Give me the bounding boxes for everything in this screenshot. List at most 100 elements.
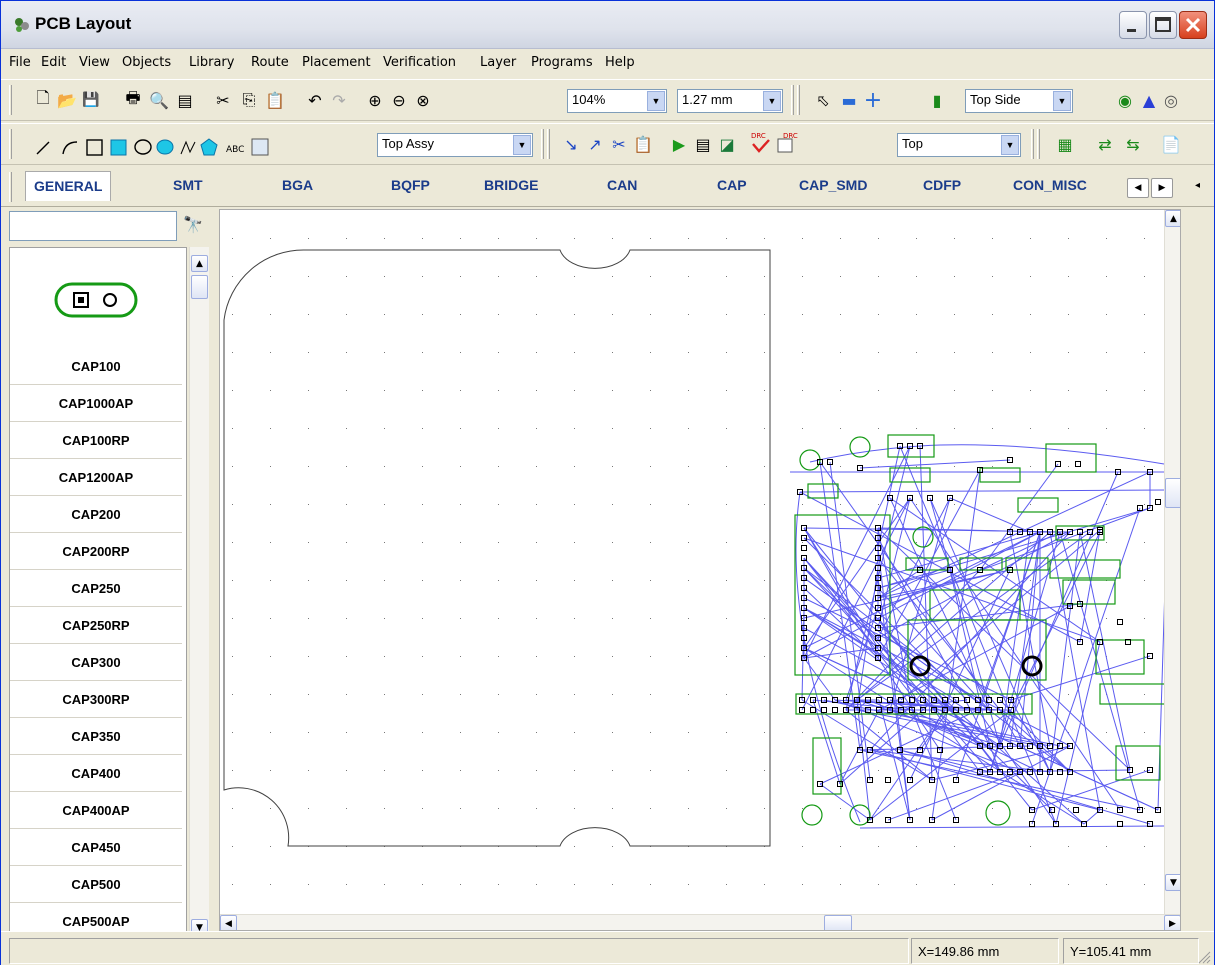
assy-layer-combo[interactable]: Top Assy ▼ — [377, 133, 533, 157]
pcb-canvas[interactable]: ▲ ▼ ◀ ▶ — [219, 209, 1181, 931]
menu-edit[interactable]: Edit — [41, 55, 66, 70]
arc-tool-icon[interactable] — [62, 141, 78, 155]
run-button[interactable]: ▶ — [667, 132, 691, 156]
close-button[interactable] — [1179, 11, 1207, 39]
tab-cap-smd[interactable]: CAP_SMD — [799, 177, 867, 193]
zoom-fit-button[interactable]: ⊗ — [411, 88, 435, 112]
tab-scroll-left-button[interactable]: ◀ — [1127, 178, 1149, 198]
list-item[interactable]: CAP1200AP — [10, 459, 182, 496]
export-button[interactable]: ▤ — [691, 132, 715, 156]
panel-menu-icon[interactable]: ◂ — [1195, 180, 1200, 191]
list-item[interactable]: CAP400 — [10, 755, 182, 792]
polygon-tool-icon[interactable] — [200, 138, 218, 156]
swap-button[interactable]: ⇄ — [1093, 132, 1117, 156]
canvas-vertical-scrollbar[interactable]: ▲ ▼ — [1164, 210, 1180, 914]
zoom-in-button[interactable]: ⊕ — [363, 88, 387, 112]
list-item[interactable]: CAP350 — [10, 718, 182, 755]
pad-button[interactable]: ◉ — [1113, 88, 1137, 112]
maximize-button[interactable] — [1149, 11, 1177, 39]
list-item[interactable]: CAP200RP — [10, 533, 182, 570]
route-settings-button[interactable]: 📋 — [631, 132, 655, 156]
save-button[interactable]: 💾 — [79, 88, 103, 112]
paste-button[interactable]: 📋 — [263, 88, 287, 112]
list-item[interactable]: CAP300RP — [10, 681, 182, 718]
list-item[interactable]: CAP450 — [10, 829, 182, 866]
footprint-button[interactable]: ▦ — [1053, 132, 1077, 156]
menu-file[interactable]: File — [9, 55, 31, 70]
polyline-tool-icon[interactable] — [180, 140, 196, 155]
undo-button[interactable]: ↶ — [303, 88, 327, 112]
list-item[interactable]: CAP200 — [10, 496, 182, 533]
route-button[interactable]: ↘ — [559, 132, 583, 156]
menu-layer[interactable]: Layer — [480, 55, 516, 70]
menu-placement[interactable]: Placement — [302, 55, 371, 70]
scroll-thumb[interactable] — [191, 275, 208, 299]
tab-can[interactable]: CAN — [607, 177, 637, 193]
copy-button[interactable]: ⎘ — [237, 88, 261, 112]
menu-library[interactable]: Library — [189, 55, 234, 70]
canvas-horizontal-scrollbar[interactable]: ◀ ▶ — [220, 914, 1180, 930]
list-item[interactable]: CAP250 — [10, 570, 182, 607]
tab-smt[interactable]: SMT — [173, 177, 203, 193]
pcb-drawing[interactable] — [220, 210, 1181, 931]
report-button[interactable]: 📄 — [1159, 132, 1183, 156]
scroll-right-button[interactable]: ▶ — [1164, 915, 1180, 930]
redo-button[interactable]: ↷ — [327, 88, 351, 112]
component-list-scrollbar[interactable]: ▲ ▼ — [189, 247, 209, 941]
grid-combo[interactable]: 1.27 mm ▼ — [677, 89, 783, 113]
list-item[interactable]: CAP250RP — [10, 607, 182, 644]
tab-bqfp[interactable]: BQFP — [391, 177, 430, 193]
import-button[interactable]: ◪ — [715, 132, 739, 156]
scroll-thumb[interactable] — [824, 915, 852, 930]
menu-verification[interactable]: Verification — [383, 55, 456, 70]
zoom-out-button[interactable]: ⊖ — [387, 88, 411, 112]
cut-button[interactable]: ✂ — [211, 88, 235, 112]
origin-tool-button[interactable]: + — [861, 88, 885, 113]
filled-rectangle-tool-icon[interactable] — [110, 139, 127, 156]
component-search-input[interactable] — [9, 211, 177, 241]
menu-view[interactable]: View — [79, 55, 110, 70]
via-button[interactable]: ◎ — [1159, 88, 1183, 112]
list-item[interactable]: CAP100RP — [10, 422, 182, 459]
scroll-down-button[interactable]: ▼ — [1165, 874, 1180, 891]
line-tool-icon[interactable] — [36, 141, 50, 155]
drc-button[interactable]: DRC — [749, 130, 773, 154]
image-tool-icon[interactable] — [251, 138, 269, 156]
open-file-button[interactable]: 📂 — [55, 88, 79, 112]
menu-programs[interactable]: Programs — [531, 55, 593, 70]
list-item[interactable]: CAP1000AP — [10, 385, 182, 422]
swap-gates-button[interactable]: ⇆ — [1121, 132, 1145, 156]
zoom-combo[interactable]: 104% ▼ — [567, 89, 667, 113]
new-file-button[interactable]: 🗋 — [31, 88, 55, 112]
tab-cdfp[interactable]: CDFP — [923, 177, 961, 193]
scroll-thumb[interactable] — [1165, 478, 1180, 508]
side-combo[interactable]: Top Side ▼ — [965, 89, 1073, 113]
menu-route[interactable]: Route — [251, 55, 289, 70]
unroute-button[interactable]: ✂ — [607, 132, 631, 156]
menu-objects[interactable]: Objects — [122, 55, 171, 70]
drc-settings-button[interactable]: DRC — [775, 130, 799, 154]
tab-con-misc[interactable]: CON_MISC — [1013, 177, 1087, 193]
text-tool-icon[interactable]: ABC — [226, 145, 244, 155]
route-color-button[interactable]: ▲ — [1137, 88, 1161, 112]
tab-bridge[interactable]: BRIDGE — [484, 177, 538, 193]
scroll-left-button[interactable]: ◀ — [220, 915, 237, 930]
layer-combo[interactable]: Top ▼ — [897, 133, 1021, 157]
component-button[interactable]: ▮ — [925, 88, 949, 112]
autoroute-button[interactable]: ↗ — [583, 132, 607, 156]
list-item[interactable]: CAP400AP — [10, 792, 182, 829]
list-item[interactable]: CAP100 — [10, 348, 182, 385]
select-tool-button[interactable]: ⬁ — [811, 88, 835, 112]
scroll-up-button[interactable]: ▲ — [1165, 210, 1180, 227]
tab-general[interactable]: GENERAL — [25, 171, 112, 201]
print-preview-button[interactable]: 🔍 — [147, 88, 171, 112]
minimize-button[interactable] — [1119, 11, 1147, 39]
properties-button[interactable]: ▤ — [173, 88, 197, 112]
binoculars-icon[interactable]: 🔭 — [183, 215, 203, 234]
tab-scroll-right-button[interactable]: ▶ — [1151, 178, 1173, 198]
resize-grip-icon[interactable] — [1197, 950, 1211, 964]
print-button[interactable]: 🖶 — [121, 88, 145, 112]
menu-help[interactable]: Help — [605, 55, 635, 70]
tab-bga[interactable]: BGA — [282, 177, 313, 193]
filled-circle-tool-icon[interactable] — [156, 139, 174, 155]
